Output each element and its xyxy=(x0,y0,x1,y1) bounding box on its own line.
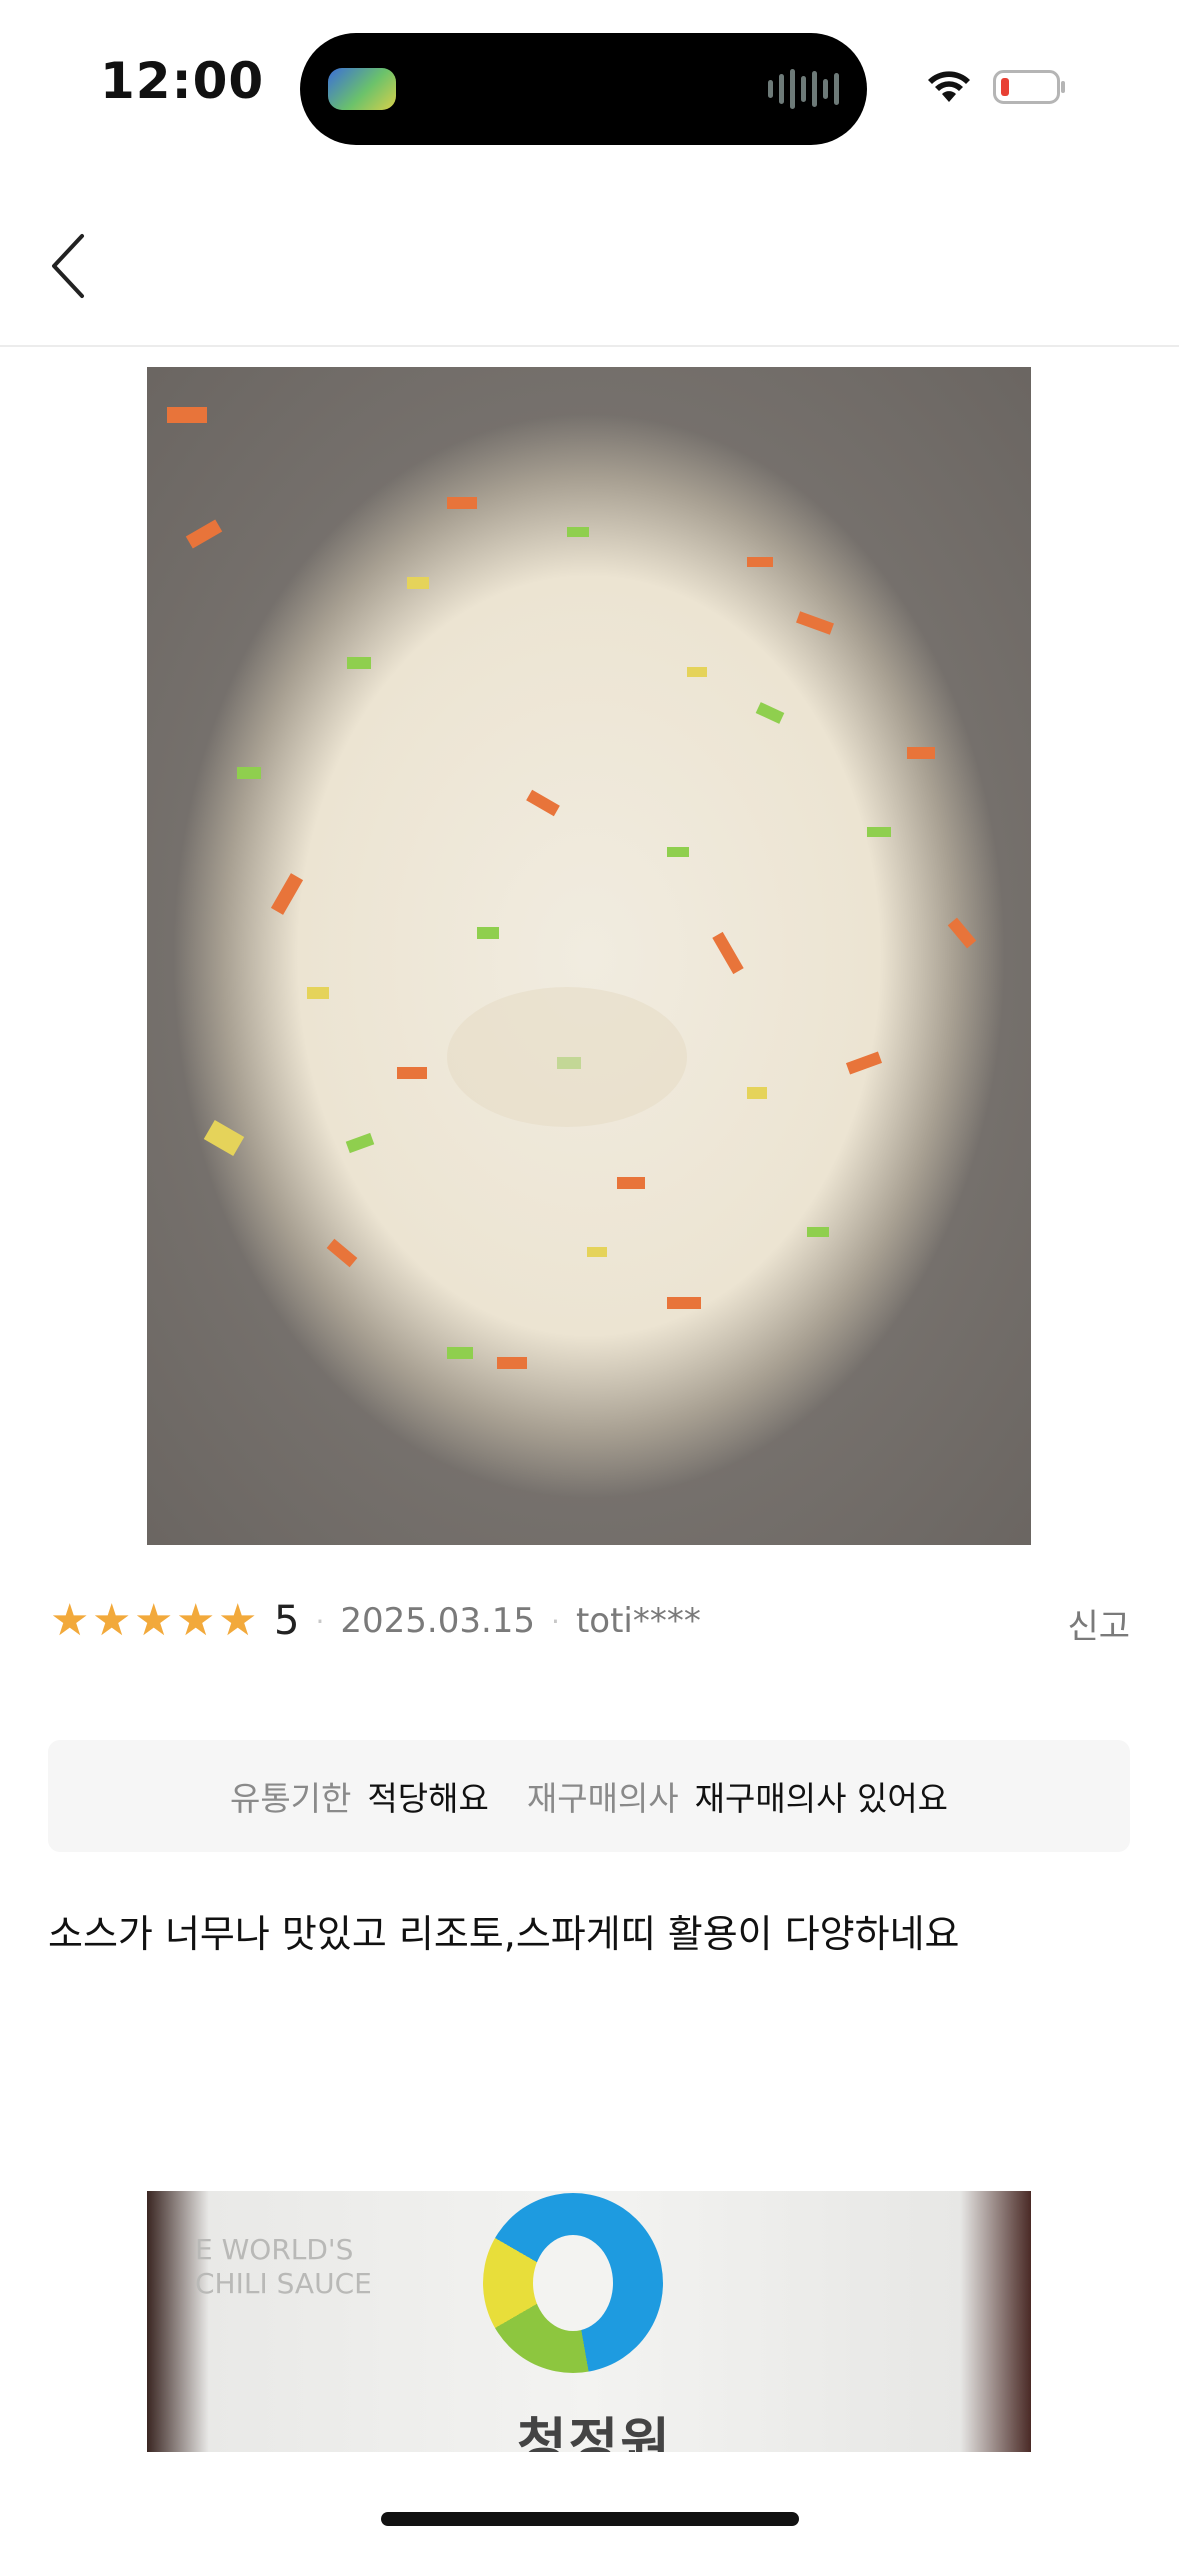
status-bar: 12:00 xyxy=(0,0,1179,170)
review-date: 2025.03.15 xyxy=(340,1601,536,1641)
star-icon: ★ xyxy=(92,1595,132,1646)
brand-logo-icon xyxy=(483,2193,663,2373)
battery-low-icon xyxy=(993,70,1065,104)
nav-header xyxy=(0,170,1179,347)
food-photo-graphic xyxy=(167,407,977,1369)
chevron-left-icon[interactable] xyxy=(40,226,100,306)
now-playing-thumbnail xyxy=(328,68,396,110)
review-body: 소스가 너무나 맛있고 리조토,스파게띠 활용이 다양하네요 xyxy=(48,1912,960,1956)
review-user: toti**** xyxy=(575,1601,701,1641)
home-indicator xyxy=(381,2512,799,2526)
audio-wave-icon xyxy=(768,67,839,111)
review-attributes: 유통기한 적당해요 재구매의사 재구매의사 있어요 xyxy=(48,1740,1130,1852)
review-meta: ★ ★ ★ ★ ★ 5 · 2025.03.15 · toti**** 신고 xyxy=(50,1593,1130,1649)
star-icon: ★ xyxy=(176,1595,216,1646)
rating-stars: ★ ★ ★ ★ ★ xyxy=(50,1595,258,1646)
separator-dot: · xyxy=(551,1604,560,1638)
attr-value-repurchase: 재구매의사 있어요 xyxy=(694,1779,949,1818)
review-photo[interactable] xyxy=(147,367,1031,1545)
attr-value-expiry: 적당해요 xyxy=(367,1779,489,1818)
brand-korean-text: 청정원 xyxy=(517,2412,673,2452)
brand-english-text: E WORLD'S CHILI SAUCE xyxy=(195,2233,372,2300)
status-time: 12:00 xyxy=(100,52,265,110)
star-icon: ★ xyxy=(134,1595,174,1646)
attr-label-repurchase: 재구매의사 xyxy=(526,1779,679,1818)
rating-value: 5 xyxy=(274,1598,300,1644)
separator-dot: · xyxy=(315,1604,325,1638)
dynamic-island[interactable] xyxy=(300,33,867,145)
report-button[interactable]: 신고 xyxy=(1067,1599,1130,1648)
attr-label-expiry: 유통기한 xyxy=(229,1779,352,1818)
wifi-icon xyxy=(928,71,970,102)
star-icon: ★ xyxy=(50,1595,90,1646)
review-photo-2[interactable]: E WORLD'S CHILI SAUCE 청정원 xyxy=(147,2191,1031,2452)
star-icon: ★ xyxy=(218,1595,258,1646)
